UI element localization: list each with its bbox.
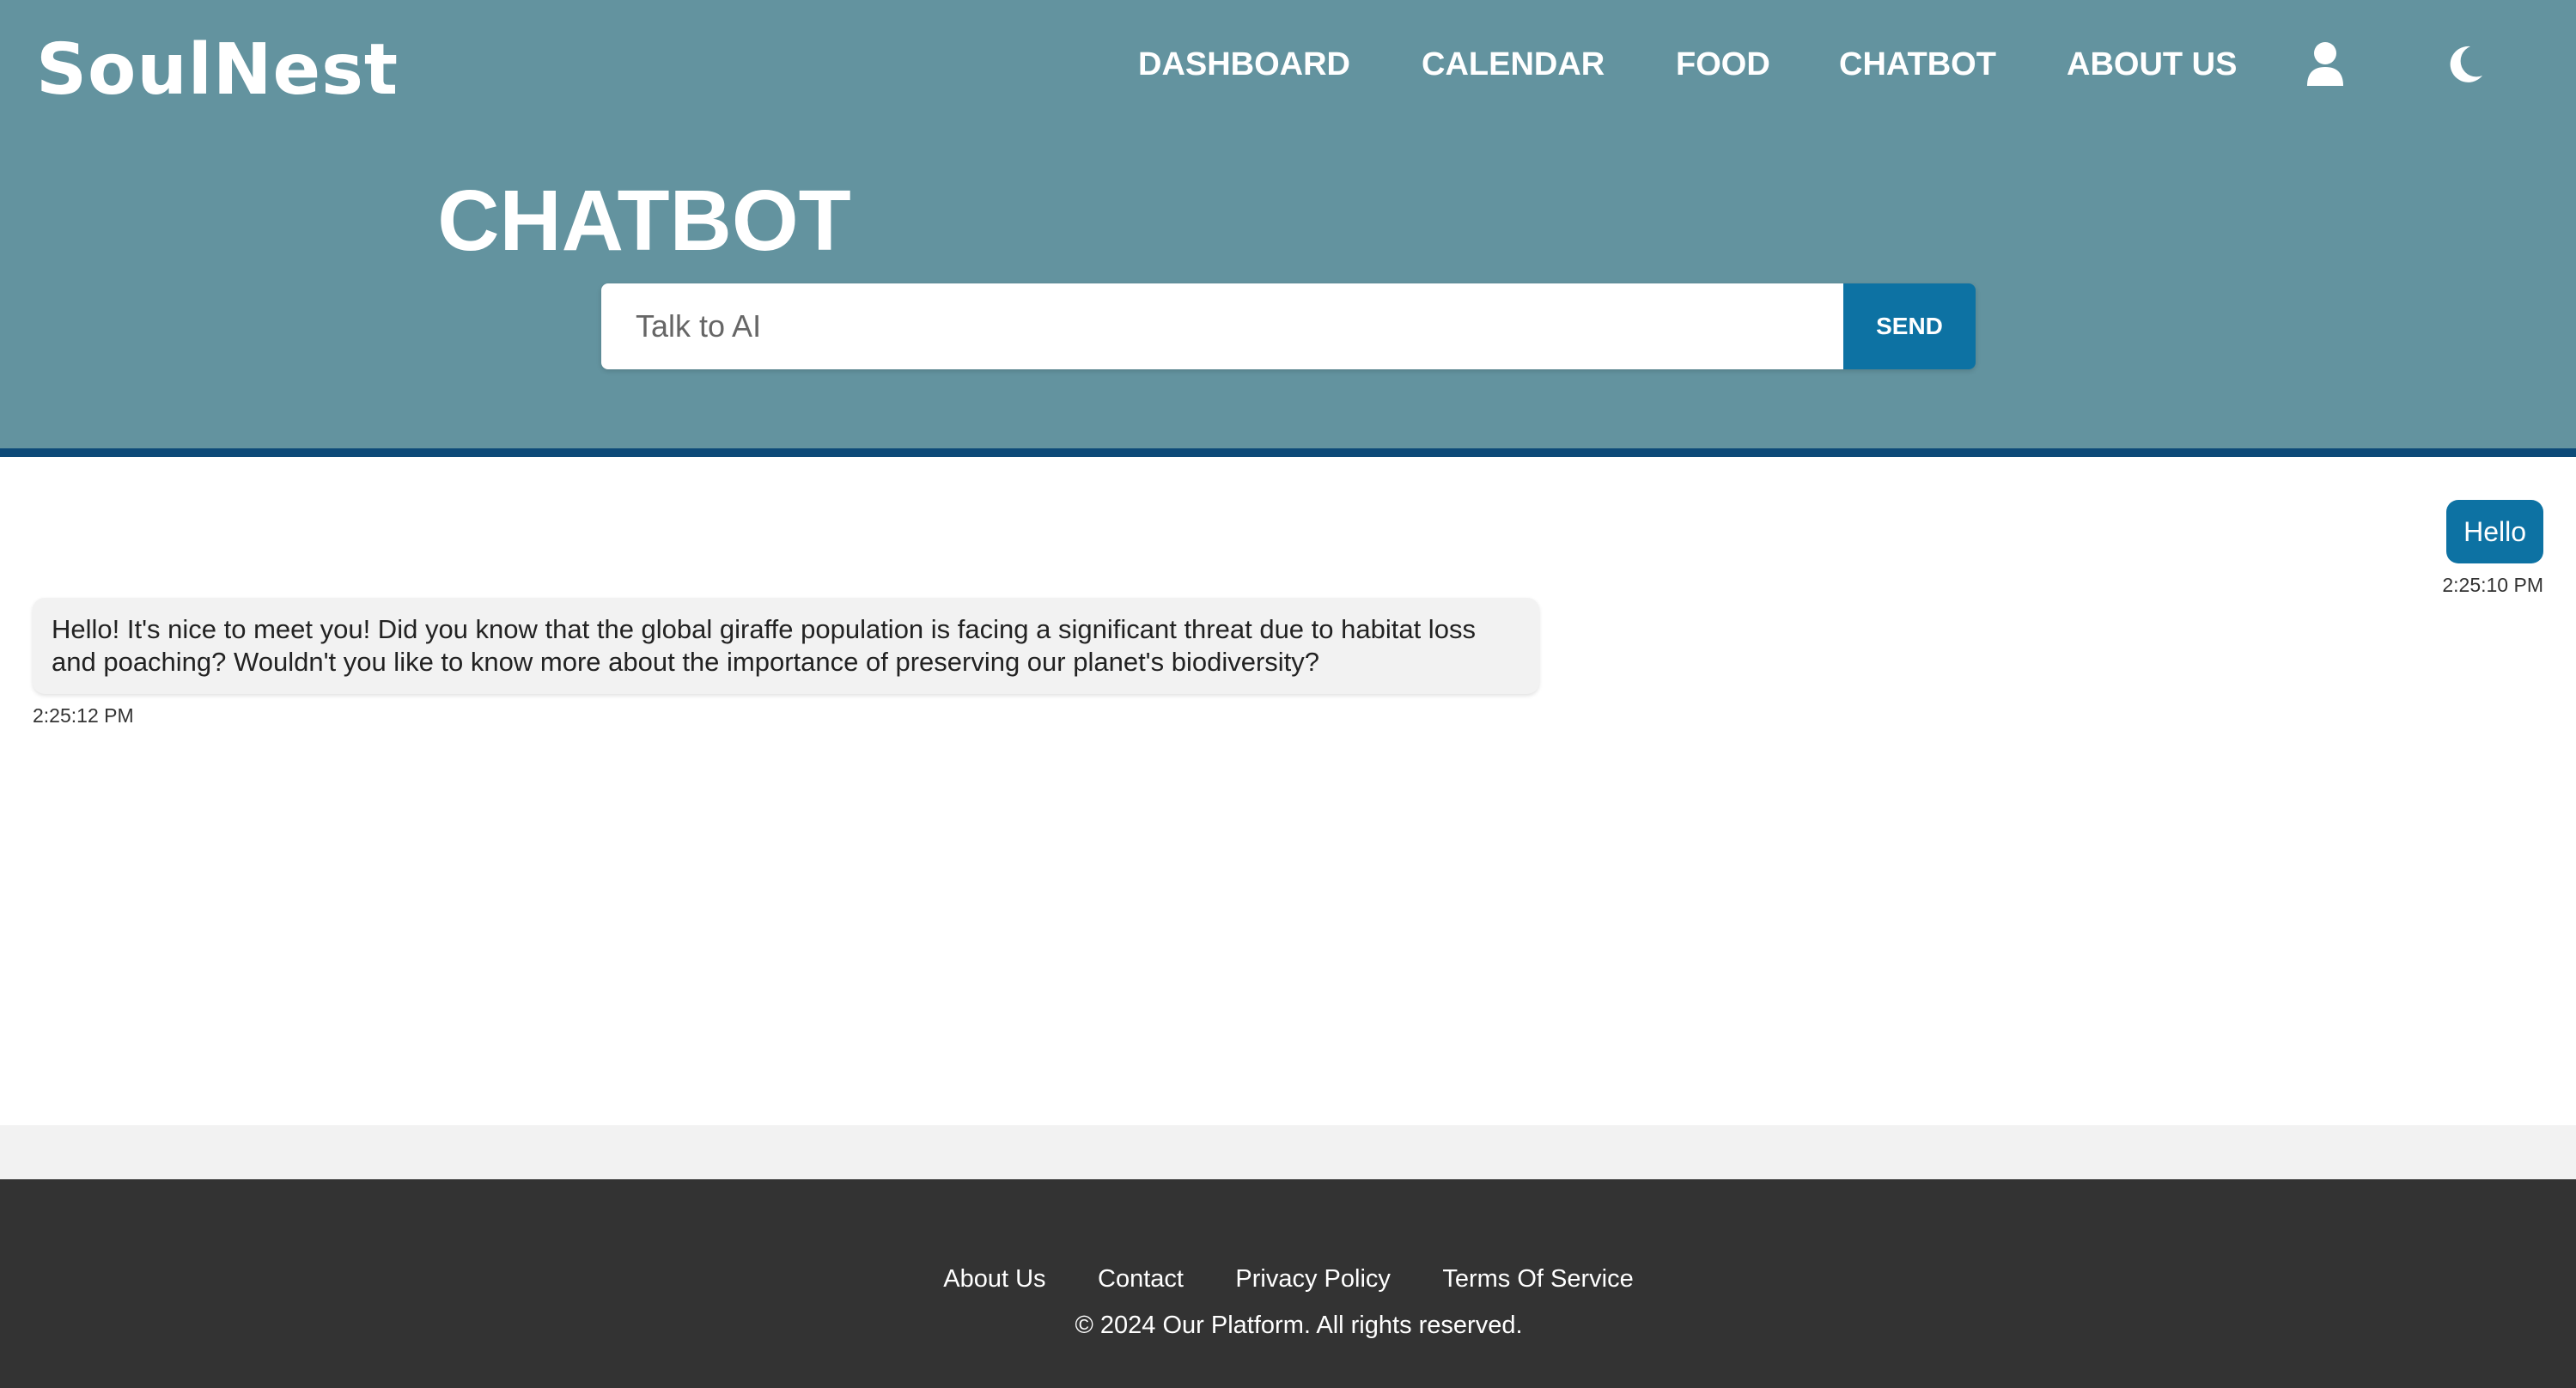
bot-message-bubble: Hello! It's nice to meet you! Did you kn… [33, 598, 1539, 694]
moon-icon[interactable] [2448, 45, 2484, 88]
footer-link-terms-of-service[interactable]: Terms Of Service [1442, 1265, 1633, 1294]
chat-input-bar: SEND [601, 283, 1976, 369]
footer-link-about-us[interactable]: About Us [943, 1265, 1045, 1294]
bot-message-timestamp: 2:25:12 PM [33, 704, 134, 727]
send-button[interactable]: SEND [1843, 283, 1976, 369]
user-message-text: Hello [2463, 515, 2526, 547]
footer-link-contact[interactable]: Contact [1098, 1265, 1184, 1294]
page-title: CHATBOT [437, 173, 851, 269]
bot-message-text: Hello! It's nice to meet you! Did you kn… [52, 614, 1476, 677]
main-nav: DASHBOARD CALENDAR FOOD CHATBOT ABOUT US [0, 41, 2576, 93]
footer-link-privacy-policy[interactable]: Privacy Policy [1235, 1265, 1391, 1294]
content-divider-band [0, 1125, 2576, 1179]
nav-item-food[interactable]: FOOD [1676, 46, 1770, 83]
footer-links: About Us Contact Privacy Policy Terms Of… [0, 1265, 2576, 1294]
chat-input[interactable] [601, 283, 1843, 369]
user-message-bubble: Hello [2446, 500, 2543, 563]
site-footer: About Us Contact Privacy Policy Terms Of… [0, 1179, 2576, 1388]
chat-messages: Hello 2:25:10 PM Hello! It's nice to mee… [0, 466, 2576, 1125]
user-icon[interactable] [2305, 41, 2345, 92]
nav-item-about-us[interactable]: ABOUT US [2067, 46, 2237, 83]
nav-item-chatbot[interactable]: CHATBOT [1839, 46, 1996, 83]
nav-item-calendar[interactable]: CALENDAR [1422, 46, 1605, 83]
site-header: SoulNest DASHBOARD CALENDAR FOOD CHATBOT… [0, 0, 2576, 457]
footer-copyright: © 2024 Our Platform. All rights reserved… [1075, 1312, 1523, 1339]
nav-item-dashboard[interactable]: DASHBOARD [1138, 46, 1350, 83]
user-message-timestamp: 2:25:10 PM [2442, 574, 2543, 596]
